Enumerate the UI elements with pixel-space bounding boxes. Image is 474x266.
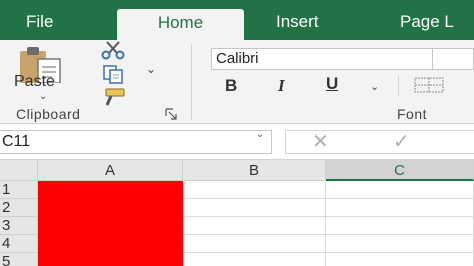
column-header-a[interactable]: A	[38, 160, 183, 181]
font-divider	[398, 76, 399, 96]
cell-a2[interactable]	[38, 199, 183, 217]
row-header-4[interactable]: 4	[0, 235, 38, 253]
ribbon-home: Paste ⌄ ⌄ Clipboard Calibri B I U ⌄ Font	[0, 40, 474, 124]
tab-insert[interactable]: Insert	[276, 0, 319, 40]
format-painter-icon[interactable]	[98, 87, 128, 107]
cell-a1[interactable]	[38, 181, 183, 199]
tab-page-layout[interactable]: Page L	[400, 0, 454, 40]
name-box-dropdown-icon[interactable]: ⌄	[256, 129, 264, 140]
formula-bar: C11 ⌄ ✕ ✓	[0, 124, 474, 160]
cell-c1[interactable]	[326, 181, 474, 199]
copy-dropdown-icon[interactable]: ⌄	[146, 62, 156, 76]
font-name-input[interactable]: Calibri	[211, 48, 433, 70]
row-header-5[interactable]: 5	[0, 253, 38, 266]
cell-c4[interactable]	[326, 235, 474, 253]
tab-file[interactable]: File	[26, 0, 53, 40]
cell-b1[interactable]	[183, 181, 326, 199]
cell-b2[interactable]	[183, 199, 326, 217]
cell-c2[interactable]	[326, 199, 474, 217]
cell-b4[interactable]	[183, 235, 326, 253]
row-header-3[interactable]: 3	[0, 217, 38, 235]
copy-icon[interactable]	[98, 64, 128, 84]
underline-button[interactable]: U	[326, 74, 338, 94]
cell-b3[interactable]	[183, 217, 326, 235]
column-header-c[interactable]: C	[326, 160, 474, 181]
worksheet-grid: A B C 1 2 3 4 5	[0, 160, 474, 266]
row-header-1[interactable]: 1	[0, 181, 38, 199]
ribbon-tab-bar: File Home Insert Page L	[0, 0, 474, 40]
cell-a4[interactable]	[38, 235, 183, 253]
clipboard-group-label: Clipboard	[16, 106, 81, 122]
cell-a3[interactable]	[38, 217, 183, 235]
row-header-2[interactable]: 2	[0, 199, 38, 217]
cell-c5[interactable]	[326, 253, 474, 266]
bold-button[interactable]: B	[225, 76, 237, 96]
tab-home[interactable]: Home	[117, 9, 244, 40]
cell-a5[interactable]	[38, 253, 183, 266]
italic-button[interactable]: I	[278, 76, 285, 96]
cut-icon[interactable]	[98, 40, 128, 60]
cancel-icon[interactable]: ✕	[312, 132, 329, 152]
font-group-label: Font	[397, 106, 428, 122]
name-box[interactable]: C11	[0, 130, 272, 154]
font-size-box[interactable]	[433, 48, 474, 70]
underline-dropdown-icon[interactable]: ⌄	[370, 80, 379, 93]
borders-icon[interactable]	[414, 77, 444, 93]
column-header-b[interactable]: B	[183, 160, 326, 181]
paste-button[interactable]: Paste	[14, 73, 55, 91]
cell-b5[interactable]	[183, 253, 326, 266]
group-divider	[191, 44, 192, 120]
dialog-launcher-icon[interactable]	[165, 108, 177, 120]
paste-dropdown-icon[interactable]: ⌄	[39, 91, 47, 102]
enter-icon[interactable]: ✓	[393, 132, 410, 152]
cell-c3[interactable]	[326, 217, 474, 235]
select-all-corner[interactable]	[0, 160, 38, 181]
